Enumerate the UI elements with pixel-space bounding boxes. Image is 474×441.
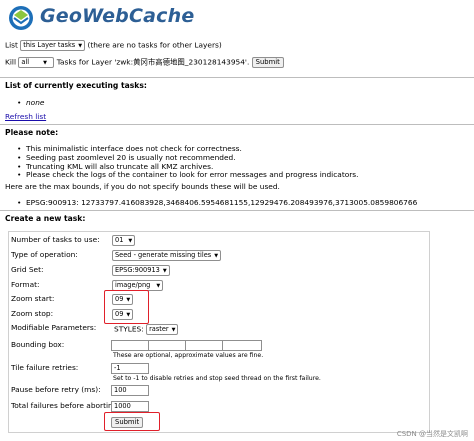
divider [0, 77, 474, 78]
number-of-tasks-label: Number of tasks to use: [11, 235, 100, 244]
pause-input[interactable]: 100 [111, 385, 149, 396]
executing-list: none [8, 98, 44, 108]
bbox-minx-input[interactable] [111, 340, 149, 351]
bbox-label: Bounding box: [11, 340, 65, 349]
bbox-note: These are optional, approximate values a… [113, 352, 264, 359]
retries-note: Set to -1 to disable retries and stop se… [113, 375, 321, 382]
gridset-label: Grid Set: [11, 265, 44, 274]
format-label: Format: [11, 280, 40, 289]
notes-list: This minimalistic interface does not che… [8, 144, 358, 180]
list-note: (there are no tasks for other Layers) [87, 40, 222, 50]
pause-label: Pause before retry (ms): [11, 385, 101, 394]
bounds-list: EPSG:900913: 12733797.416083928,3468406.… [8, 198, 417, 208]
zoom-highlight-box [104, 290, 149, 324]
chevron-down-icon: ▼ [156, 283, 161, 289]
brand-name: GeoWebCache [40, 5, 195, 27]
notes-heading: Please note: [5, 128, 59, 137]
kill-submit-button[interactable]: Submit [251, 57, 284, 68]
type-select[interactable]: Seed - generate missing tiles ▼ [112, 250, 222, 261]
chevron-down-icon: ▼ [162, 268, 167, 274]
create-heading: Create a new task: [5, 214, 86, 223]
zoom-stop-label: Zoom stop: [11, 309, 54, 318]
list-scope-select[interactable]: this Layer tasks ▼ [20, 40, 86, 51]
divider [0, 124, 474, 125]
kill-text: Tasks for Layer 'zwk:黄冈市高德地图_23012814395… [56, 57, 250, 67]
list-label: List [5, 40, 18, 50]
bbox-maxy-input[interactable] [222, 340, 262, 351]
params-row: STYLES: raster ▼ [114, 324, 179, 335]
list-item: Please check the logs of the container t… [8, 171, 358, 180]
geowebcache-logo-icon [9, 6, 33, 30]
total-failures-input[interactable]: 1000 [111, 401, 149, 412]
gridset-select[interactable]: EPSG:900913 ▼ [112, 265, 170, 276]
submit-highlight-box [104, 412, 160, 431]
divider [0, 210, 474, 211]
number-of-tasks-select[interactable]: 01 ▼ [112, 235, 136, 246]
chevron-down-icon: ▼ [78, 43, 83, 49]
refresh-list-link[interactable]: Refresh list [5, 112, 46, 122]
chevron-down-icon: ▼ [214, 253, 219, 259]
bbox-maxx-input[interactable] [185, 340, 223, 351]
bounds-intro: Here are the max bounds, if you do not s… [5, 182, 280, 191]
watermark: CSDN @当然是文凯啊 [396, 429, 468, 438]
bbox-miny-input[interactable] [148, 340, 186, 351]
total-label: Total failures before aborting: [11, 401, 120, 410]
chevron-down-icon: ▼ [43, 60, 47, 66]
retries-input[interactable]: -1 [111, 363, 149, 374]
executing-heading: List of currently executing tasks: [5, 81, 147, 90]
list-row: List this Layer tasks ▼ (there are no tas… [5, 40, 222, 51]
list-item: EPSG:900913: 12733797.416083928,3468406.… [8, 198, 417, 208]
kill-row: Kill all ▼ Tasks for Layer 'zwk:黄冈市高德地图_2… [5, 57, 284, 68]
kill-scope-select[interactable]: all ▼ [18, 57, 55, 68]
params-name: STYLES: [114, 324, 144, 334]
params-label: Modifiable Parameters: [11, 323, 97, 332]
kill-label: Kill [5, 57, 17, 67]
chevron-down-icon: ▼ [171, 327, 176, 333]
list-item: none [8, 98, 44, 108]
styles-select[interactable]: raster ▼ [146, 324, 179, 335]
chevron-down-icon: ▼ [128, 238, 133, 244]
type-label: Type of operation: [11, 250, 78, 259]
zoom-start-label: Zoom start: [11, 294, 55, 303]
retries-label: Tile failure retries: [11, 363, 79, 372]
